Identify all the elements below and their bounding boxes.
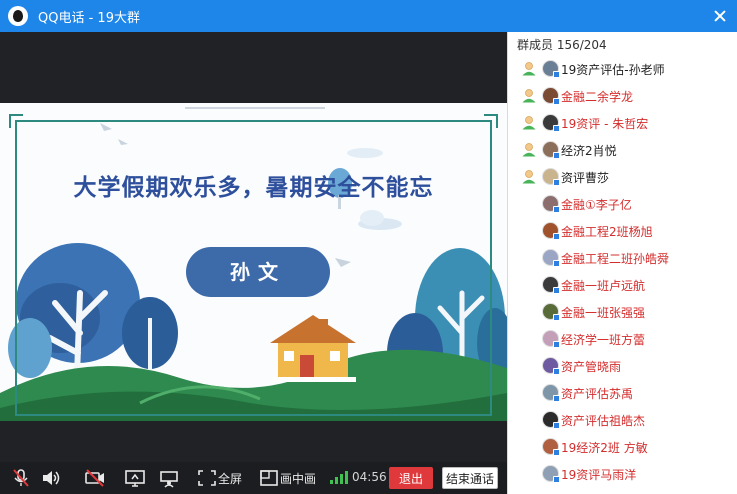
member-item[interactable]: 金融①李子亿 [508,190,737,217]
member-item[interactable]: 19经济2班 方敏 [508,433,737,460]
device-badge-icon [553,287,560,294]
title-bar: QQ电话 - 19大群 [0,0,737,32]
device-badge-icon [553,314,560,321]
avatar [542,141,560,159]
member-item[interactable]: 金融工程二班孙皓舜 [508,244,737,271]
qq-logo-icon [8,6,28,26]
avatar [542,276,560,294]
avatar [542,87,560,105]
member-item[interactable]: 19资产评估-孙老师 [508,55,737,82]
avatar [542,114,560,132]
member-item[interactable]: 19资评 - 朱哲宏 [508,109,737,136]
member-name: 金融工程二班孙皓舜 [561,252,670,266]
member-name: 19资产评估-孙老师 [561,63,665,77]
member-item[interactable]: 金融一班张强强 [508,298,737,325]
exit-button[interactable]: 退出 [389,467,433,489]
person-icon [522,116,536,130]
mic-muted-icon[interactable] [10,468,32,488]
device-badge-icon [553,98,560,105]
device-badge-icon [553,395,560,402]
window-title: QQ电话 - 19大群 [38,10,140,26]
person-icon [522,170,536,184]
slide-headline: 大学假期欢乐多，暑期安全不能忘 [73,175,434,201]
avatar [542,303,560,321]
avatar [542,222,560,240]
avatar [542,465,560,483]
avatar [542,60,560,78]
member-item[interactable]: 资评曹莎 [508,163,737,190]
member-name: 资产评估苏禹 [561,387,634,401]
presenter-name: 孙文 [186,247,330,297]
members-panel: 群成员 156/204 19资产评估-孙老师 金融二余学龙 19资评 - 朱哲宏 经济… [507,32,737,494]
member-item[interactable]: 金融二余学龙 [508,82,737,109]
member-name: 金融一班张强强 [561,306,646,320]
avatar [542,411,560,429]
member-name: 金融工程2班杨旭 [561,225,653,239]
device-badge-icon [553,449,560,456]
close-icon[interactable] [713,9,727,23]
call-timer: 04:56 [352,470,387,484]
video-area[interactable]: 大学假期欢乐多，暑期安全不能忘 孙文 [0,32,507,462]
device-badge-icon [553,422,560,429]
member-name: 资评曹莎 [561,171,610,185]
member-name: 19资评马雨洋 [561,468,637,482]
device-badge-icon [553,233,560,240]
device-badge-icon [553,368,560,375]
avatar [542,357,560,375]
device-badge-icon [553,341,560,348]
member-name: 19资评 - 朱哲宏 [561,117,649,131]
shared-slide: 大学假期欢乐多，暑期安全不能忘 孙文 [0,103,507,421]
fullscreen-button[interactable]: 全屏 [218,470,242,487]
device-badge-icon [553,125,560,132]
member-item[interactable]: 经济2肖悦 [508,136,737,163]
member-name: 资产评估祖皓杰 [561,414,646,428]
avatar [542,168,560,186]
device-badge-icon [553,179,560,186]
member-item[interactable]: 资产评估苏禹 [508,379,737,406]
member-name: 金融二余学龙 [561,90,634,104]
camera-off-icon[interactable] [84,468,106,488]
member-name: 金融①李子亿 [561,198,632,212]
speaker-icon[interactable] [40,468,62,488]
member-item[interactable]: 资产管晓雨 [508,352,737,379]
member-list: 19资产评估-孙老师 金融二余学龙 19资评 - 朱哲宏 经济2肖悦资评曹莎金融①李子… [508,55,737,487]
device-badge-icon [553,260,560,267]
avatar [542,330,560,348]
avatar [542,249,560,267]
fullscreen-icon[interactable] [196,468,218,488]
member-item[interactable]: 金融一班卢远航 [508,271,737,298]
member-name: 资产管晓雨 [561,360,622,374]
picture-in-picture-button[interactable]: 画中画 [280,470,316,487]
members-count: 群成员 156/204 [517,38,607,52]
avatar [542,195,560,213]
device-badge-icon [553,206,560,213]
person-icon [522,143,536,157]
member-item[interactable]: 金融工程2班杨旭 [508,217,737,244]
member-name: 经济学一班方蕾 [561,333,646,347]
picture-in-picture-icon[interactable] [258,468,280,488]
device-badge-icon [553,152,560,159]
member-name: 19经济2班 方敏 [561,441,648,455]
member-name: 经济2肖悦 [561,144,617,158]
member-name: 金融一班卢远航 [561,279,646,293]
member-item[interactable]: 资产评估祖皓杰 [508,406,737,433]
device-badge-icon [553,71,560,78]
avatar [542,384,560,402]
avatar [542,438,560,456]
call-toolbar: 全屏 画中画 04:56 退出 结束通话 [0,462,507,494]
screen-share-icon[interactable] [124,468,146,488]
member-item[interactable]: 19资评马雨洋 [508,460,737,487]
person-icon [522,89,536,103]
presenter-icon[interactable] [158,468,180,488]
member-item[interactable]: 经济学一班方蕾 [508,325,737,352]
person-icon [522,62,536,76]
signal-strength-icon [330,471,348,484]
end-call-button[interactable]: 结束通话 [442,467,498,489]
device-badge-icon [553,476,560,483]
